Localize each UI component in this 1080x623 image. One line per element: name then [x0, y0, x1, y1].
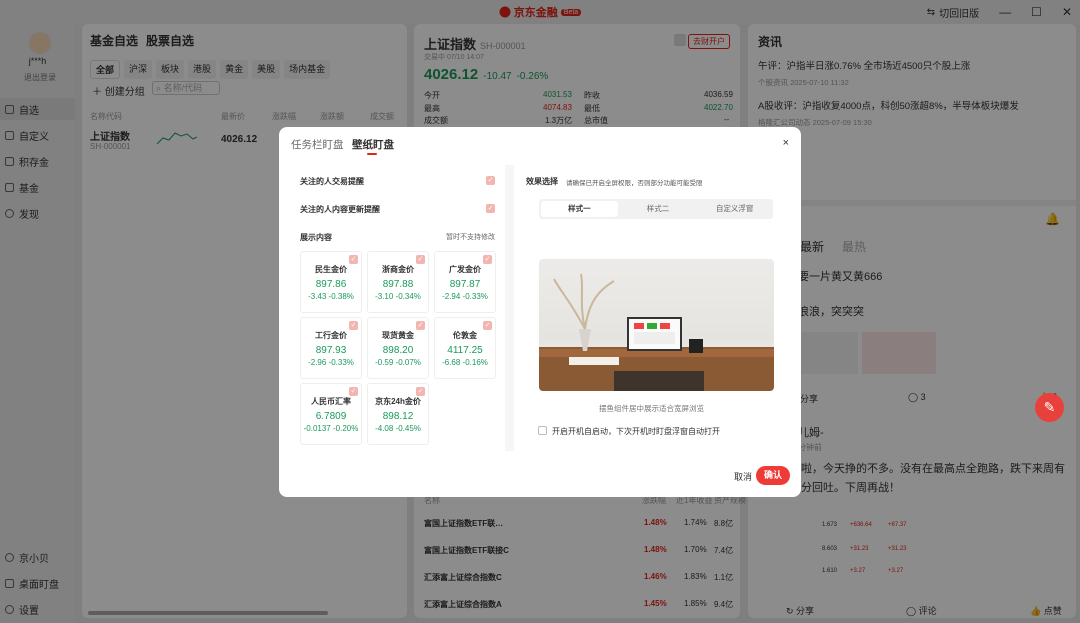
checkbox-icon[interactable]: ✓ — [349, 255, 358, 264]
autostart-label: 开启开机自启动，下次开机时盯盘浮窗自动打开 — [552, 427, 720, 436]
desk-scene-illustration — [539, 273, 774, 391]
gold-card[interactable]: ✓ 京东24h金价 898.12 -4.08 -0.45% — [367, 383, 429, 445]
tab-taskbar-watch[interactable]: 任务栏盯盘 — [291, 137, 344, 152]
option-follow-content[interactable]: 关注的人内容更新提醒 ✓ — [300, 204, 505, 215]
autostart-checkbox[interactable] — [538, 426, 547, 435]
gold-card[interactable]: ✓ 浙商金价 897.88 -3.10 -0.34% — [367, 251, 429, 313]
effect-settings: 效果选择 请确保已开启全屏权限，否则部分功能可能受限 样式一 样式二 自定义浮窗 — [514, 165, 789, 451]
cancel-button[interactable]: 取消 — [734, 470, 752, 483]
settings-area: 关注的人交易提醒 ✓ 关注的人内容更新提醒 ✓ 展示内容 暂时不支持修改 ✓ 民生金价 8… — [290, 165, 789, 451]
checkbox-icon[interactable]: ✓ — [349, 387, 358, 396]
preview-caption: 摆鱼组件居中展示适合宽屏浏览 — [599, 404, 704, 413]
checkbox-icon[interactable]: ✓ — [416, 387, 425, 396]
checkbox-icon[interactable]: ✓ — [349, 321, 358, 330]
display-settings: 关注的人交易提醒 ✓ 关注的人内容更新提醒 ✓ 展示内容 暂时不支持修改 ✓ 民生金价 8… — [290, 165, 505, 451]
checkbox-icon[interactable]: ✓ — [483, 255, 492, 264]
gold-card[interactable]: ✓ 民生金价 897.86 -3.43 -0.38% — [300, 251, 362, 313]
pen-icon: ✎ — [1043, 399, 1056, 415]
display-content-label: 展示内容 暂时不支持修改 — [300, 233, 495, 242]
gold-card[interactable]: ✓ 人民币汇率 6.7809 -0.0137 -0.20% — [300, 383, 362, 445]
close-icon[interactable]: × — [783, 137, 789, 149]
style-option-custom[interactable]: 自定义浮窗 — [696, 199, 773, 219]
checkbox-icon[interactable]: ✓ — [483, 321, 492, 330]
gold-card[interactable]: ✓ 广发金价 897.87 -2.94 -0.33% — [434, 251, 496, 313]
effect-label: 效果选择 — [526, 177, 558, 186]
gold-card[interactable]: ✓ 现货黄金 898.20 -0.59 -0.07% — [367, 317, 429, 379]
checkbox-icon[interactable]: ✓ — [486, 176, 495, 185]
effect-note: 请确保已开启全屏权限，否则部分功能可能受限 — [566, 180, 703, 187]
style-option-2[interactable]: 样式二 — [620, 199, 697, 219]
confirm-button[interactable]: 确认 — [756, 466, 790, 485]
gold-card[interactable]: ✓ 工行金价 897.93 -2.96 -0.33% — [300, 317, 362, 379]
tab-wallpaper-watch[interactable]: 壁纸盯盘 — [352, 137, 394, 155]
edit-post-button[interactable]: ✎ — [1035, 393, 1064, 422]
style-option-1[interactable]: 样式一 — [541, 201, 618, 217]
wallpaper-preview-image — [539, 259, 774, 391]
gold-card[interactable]: ✓ 伦敦金 4117.25 -6.68 -0.16% — [434, 317, 496, 379]
checkbox-icon[interactable]: ✓ — [486, 204, 495, 213]
wallpaper-watch-dialog: 任务栏盯盘 壁纸盯盘 × 关注的人交易提醒 ✓ 关注的人内容更新提醒 ✓ 展示内容暂… — [279, 127, 801, 497]
style-selector: 样式一 样式二 自定义浮窗 — [539, 199, 773, 219]
checkbox-icon[interactable]: ✓ — [416, 321, 425, 330]
option-follow-trade[interactable]: 关注的人交易提醒 ✓ — [300, 176, 505, 187]
checkbox-icon[interactable]: ✓ — [416, 255, 425, 264]
